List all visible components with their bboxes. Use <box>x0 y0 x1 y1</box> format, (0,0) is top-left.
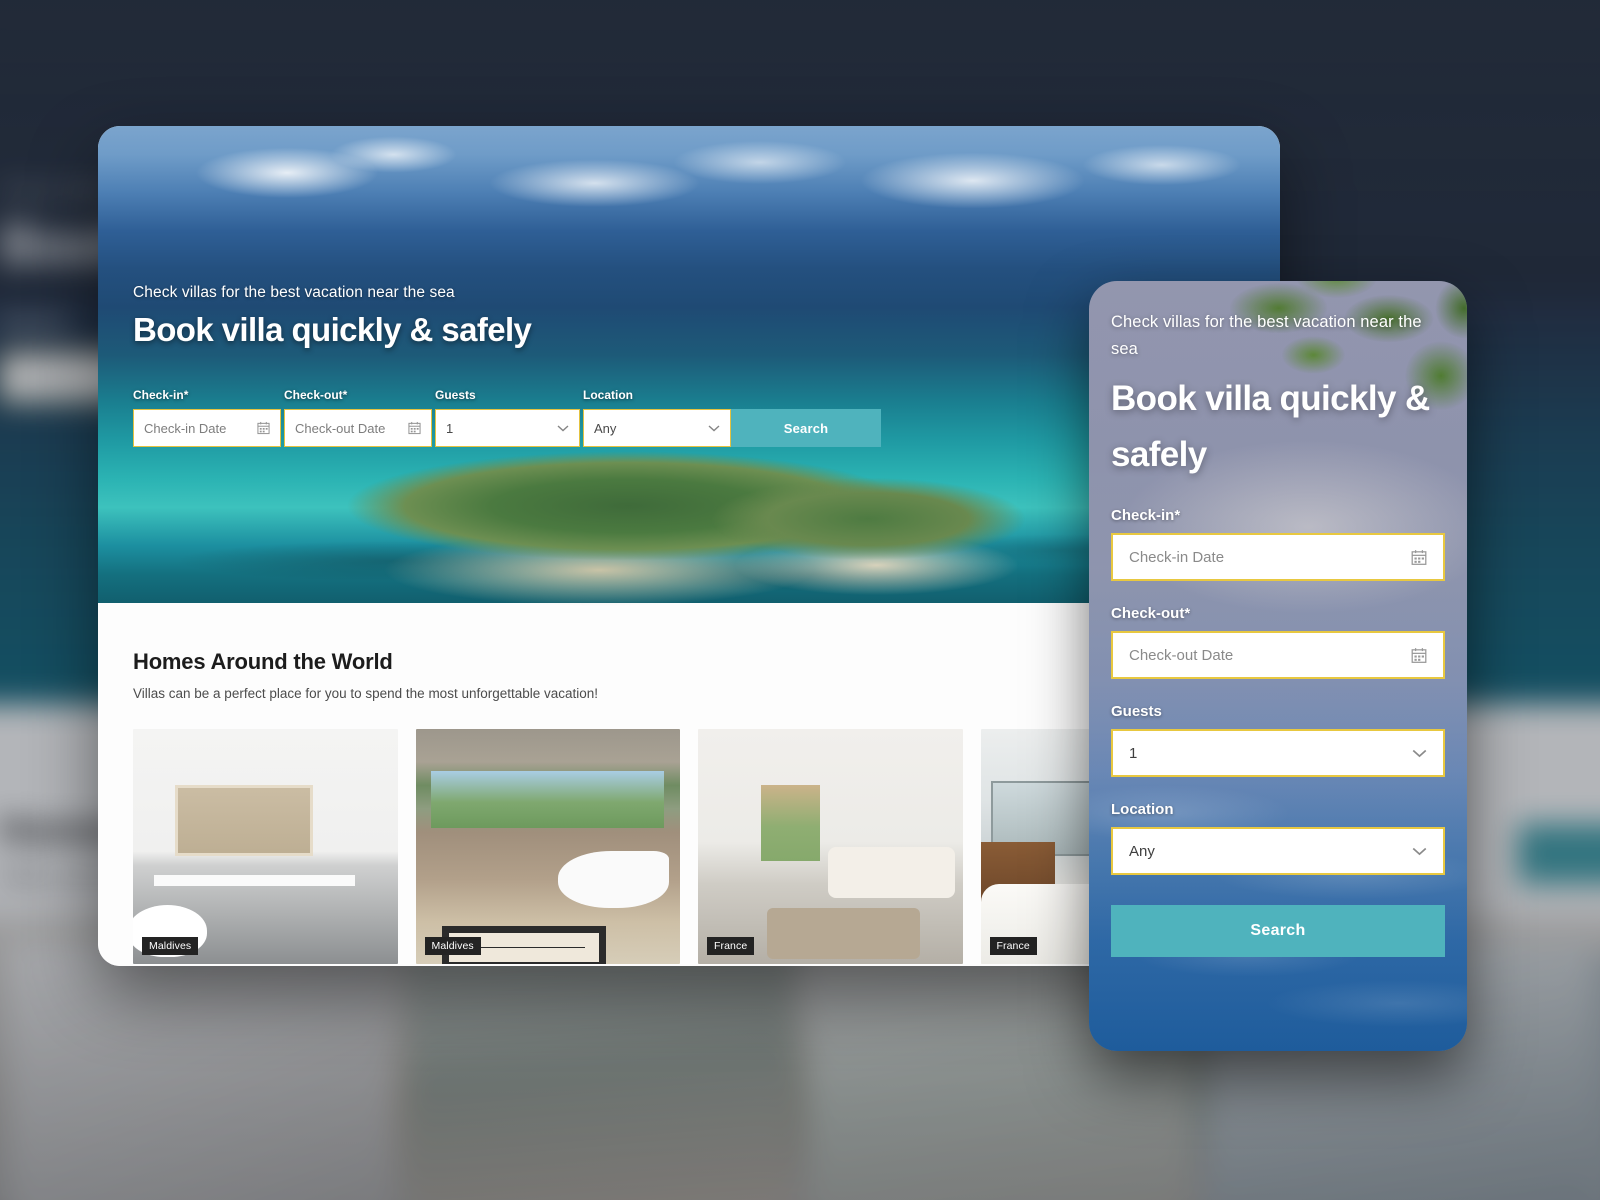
search-bar: Check-in* Check-in Date Check-out* Check… <box>133 388 881 447</box>
calendar-icon <box>257 421 270 435</box>
location-label: Location <box>583 388 633 402</box>
checkout-field-group: Check-out* Check-out Date <box>284 388 432 447</box>
checkout-placeholder: Check-out Date <box>295 420 386 436</box>
checkin-placeholder: Check-in Date <box>144 420 227 436</box>
guests-field-group: Guests 1 <box>435 388 580 447</box>
checkout-required-mark: * <box>342 388 348 402</box>
homes-section-header: Homes Around the World Villas can be a p… <box>133 649 1245 701</box>
mobile-checkout-label: Check-out* <box>1111 605 1445 622</box>
property-card[interactable]: Maldives <box>133 729 398 964</box>
homes-card-row: Maldives Maldives France France <box>133 729 1245 964</box>
card-location-badge: France <box>989 937 1037 955</box>
card-location-badge: Maldives <box>424 937 481 955</box>
checkin-label: Check-in* <box>133 388 281 402</box>
card-location-badge: France <box>707 937 755 955</box>
mobile-checkin-label-text: Check-in <box>1111 507 1175 525</box>
mobile-checkin-placeholder: Check-in Date <box>1129 548 1225 566</box>
chevron-down-icon <box>708 425 720 432</box>
mobile-content: Check villas for the best vacation near … <box>1089 281 1467 958</box>
mobile-mockup: Check villas for the best vacation near … <box>1089 281 1467 1051</box>
card-decor <box>761 785 820 861</box>
chevron-down-icon <box>1412 750 1427 758</box>
hero-island-secondary <box>658 456 1078 596</box>
hero-clouds <box>98 126 1280 256</box>
card-decor <box>175 785 313 856</box>
homes-title: Homes Around the World <box>133 649 393 674</box>
hero-text-block: Check villas for the best vacation near … <box>133 284 1033 349</box>
mobile-checkout-required-mark: * <box>1184 605 1191 623</box>
location-value: Any <box>594 420 617 436</box>
guests-value: 1 <box>446 420 454 436</box>
calendar-icon <box>1411 550 1427 565</box>
guests-label: Guests <box>435 388 476 402</box>
location-select[interactable]: Any <box>583 409 731 447</box>
mobile-location-value: Any <box>1129 842 1155 860</box>
mobile-checkout-input[interactable]: Check-out Date <box>1111 631 1445 680</box>
guests-select[interactable]: 1 <box>435 409 580 447</box>
hero-subtitle: Check villas for the best vacation near … <box>133 284 455 301</box>
mobile-guests-value: 1 <box>1129 744 1138 762</box>
hero-title: Book villa quickly & safely <box>133 311 532 348</box>
property-card[interactable]: France <box>698 729 963 964</box>
search-button[interactable]: Search <box>731 409 881 447</box>
mobile-search-button[interactable]: Search <box>1111 905 1445 958</box>
checkin-input[interactable]: Check-in Date <box>133 409 281 447</box>
calendar-icon <box>1411 648 1427 663</box>
mobile-checkout-placeholder: Check-out Date <box>1129 646 1234 664</box>
checkin-required-mark: * <box>183 388 189 402</box>
card-decor <box>154 874 356 887</box>
card-decor <box>431 771 665 828</box>
checkin-field-group: Check-in* Check-in Date <box>133 388 281 447</box>
mobile-location-label: Location <box>1111 801 1174 819</box>
homes-section-text: Homes Around the World Villas can be a p… <box>133 649 598 701</box>
checkin-label-text: Check-in <box>133 388 184 402</box>
mobile-guests-label: Guests <box>1111 703 1162 721</box>
location-field-group: Location Any <box>583 388 731 447</box>
checkout-input[interactable]: Check-out Date <box>284 409 432 447</box>
mobile-checkin-label: Check-in* <box>1111 507 1445 524</box>
mobile-hero-title: Book villa quickly & safely <box>1111 379 1430 475</box>
card-location-badge: Maldives <box>142 937 199 955</box>
mobile-checkout-label-text: Check-out <box>1111 605 1185 623</box>
mobile-hero-subtitle: Check villas for the best vacation near … <box>1111 313 1422 359</box>
property-card[interactable]: Maldives <box>415 729 680 964</box>
screenshot-stage: Check villas for the best vacation near … <box>0 0 1600 1200</box>
chevron-down-icon <box>557 425 569 432</box>
card-decor <box>766 907 921 960</box>
mobile-location-select[interactable]: Any <box>1111 827 1445 876</box>
checkout-label: Check-out* <box>284 388 432 402</box>
card-decor <box>827 846 955 899</box>
calendar-icon <box>408 421 421 435</box>
chevron-down-icon <box>1412 848 1427 856</box>
mobile-checkin-input[interactable]: Check-in Date <box>1111 533 1445 582</box>
mobile-guests-select[interactable]: 1 <box>1111 729 1445 778</box>
mobile-checkin-required-mark: * <box>1174 507 1181 525</box>
homes-subtitle: Villas can be a perfect place for you to… <box>133 686 599 701</box>
checkout-label-text: Check-out <box>284 388 343 402</box>
card-decor <box>558 851 670 908</box>
